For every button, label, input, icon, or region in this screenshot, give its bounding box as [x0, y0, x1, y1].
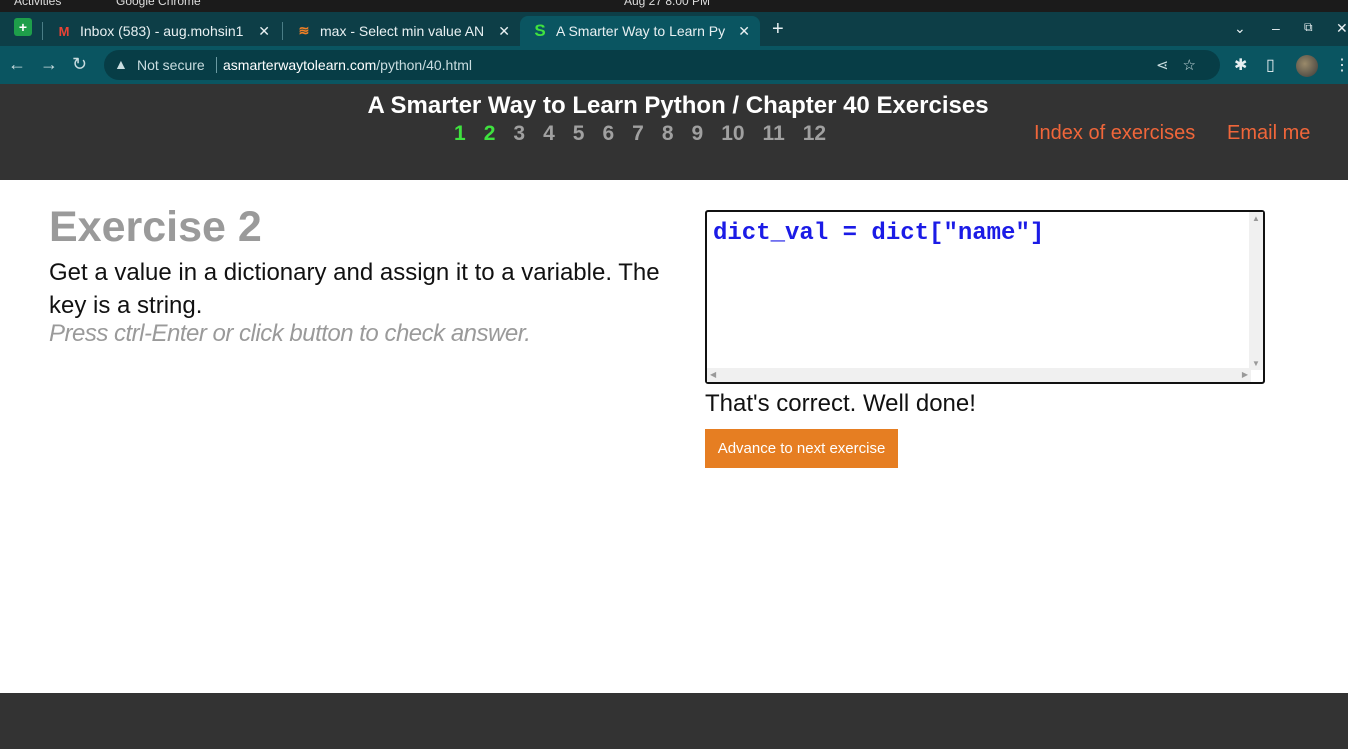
stackoverflow-icon: ≋: [298, 23, 310, 38]
close-tab-icon[interactable]: ✕: [498, 23, 510, 40]
scroll-up-icon[interactable]: ▲: [1252, 214, 1260, 223]
email-me-link[interactable]: Email me: [1227, 122, 1310, 145]
exercise-number-link[interactable]: 10: [721, 122, 744, 146]
scroll-right-icon[interactable]: ▶: [1242, 370, 1248, 379]
exercise-number-link[interactable]: 5: [573, 122, 585, 146]
os-top-bar: Activities Google Chrome Aug 27 8:00 PM: [0, 0, 1348, 12]
vertical-scrollbar[interactable]: ▲ ▼: [1249, 212, 1263, 370]
url-path: /python/40.html: [376, 57, 473, 73]
scroll-left-icon[interactable]: ◀: [710, 370, 716, 379]
result-message: That's correct. Well done!: [705, 390, 976, 417]
exercise-number-link[interactable]: 4: [543, 122, 555, 146]
smarterway-icon: S: [534, 21, 546, 40]
tab-title: Inbox (583) - aug.mohsin1: [80, 23, 244, 39]
horizontal-scrollbar[interactable]: ◀ ▶: [707, 368, 1251, 382]
advance-button[interactable]: Advance to next exercise: [705, 429, 898, 468]
code-text[interactable]: dict_val = dict["name"]: [713, 220, 1044, 247]
tab-separator: [42, 22, 43, 40]
new-tab-icon[interactable]: +: [772, 18, 784, 41]
tab-separator: [282, 22, 283, 40]
tab-search-icon[interactable]: ⌄: [1234, 20, 1246, 37]
exercise-heading: Exercise 2: [49, 203, 262, 251]
exercise-number-link[interactable]: 12: [803, 122, 826, 146]
browser-tab-strip: + M Inbox (583) - aug.mohsin1 ✕ ≋ max - …: [0, 12, 1348, 46]
omnibox-separator: [216, 57, 217, 73]
site-footer: [0, 693, 1348, 749]
tab-smarterway[interactable]: S A Smarter Way to Learn Py ✕: [520, 16, 760, 46]
index-of-exercises-link[interactable]: Index of exercises: [1034, 122, 1195, 145]
exercise-number-link[interactable]: 6: [602, 122, 614, 146]
exercise-number-link[interactable]: 3: [513, 122, 525, 146]
exercise-description: Get a value in a dictionary and assign i…: [49, 259, 660, 319]
gmail-icon: M: [58, 23, 70, 39]
tab-gmail[interactable]: M Inbox (583) - aug.mohsin1 ✕: [44, 16, 280, 46]
forward-icon[interactable]: →: [40, 54, 58, 75]
tab-title: max - Select min value AN: [320, 23, 485, 39]
menu-kebab-icon[interactable]: ⋮: [1334, 55, 1348, 75]
warning-icon[interactable]: ▲: [114, 56, 128, 72]
site-header: A Smarter Way to Learn Python / Chapter …: [0, 84, 1348, 180]
profile-avatar[interactable]: [1296, 55, 1318, 77]
exercise-number-nav: 1 2 3 4 5 6 7 8 9 10 11 12: [454, 122, 844, 146]
address-bar[interactable]: ▲ Not secure asmarterwaytolearn.com/pyth…: [104, 50, 1220, 80]
reload-icon[interactable]: ↻: [72, 54, 87, 75]
url-domain: asmarterwaytolearn.com: [223, 57, 377, 73]
exercise-number-link[interactable]: 9: [692, 122, 704, 146]
activities-label[interactable]: Activities: [14, 0, 61, 8]
close-tab-icon[interactable]: ✕: [738, 23, 750, 40]
exercise-number-link[interactable]: 8: [662, 122, 674, 146]
exercise-number-link[interactable]: 2: [484, 122, 496, 146]
bookmark-star-icon[interactable]: ☆: [1183, 57, 1210, 74]
url-text[interactable]: asmarterwaytolearn.com/python/40.html: [223, 57, 472, 73]
exercise-number-link[interactable]: 7: [632, 122, 644, 146]
extensions-icon[interactable]: ✱: [1234, 55, 1247, 75]
browser-toolbar: ← → ↻ ▲ Not secure asmarterwaytolearn.co…: [0, 46, 1348, 84]
side-panel-icon[interactable]: ▯: [1266, 55, 1275, 75]
app-name-label: Google Chrome: [116, 0, 201, 8]
minimize-icon[interactable]: ‒: [1272, 20, 1280, 36]
clock-label[interactable]: Aug 27 8:00 PM: [624, 0, 710, 8]
exercise-hint: Press ctrl-Enter or click button to chec…: [49, 320, 531, 347]
close-window-icon[interactable]: ✕: [1336, 20, 1348, 37]
tab-stackoverflow[interactable]: ≋ max - Select min value AN ✕: [284, 16, 520, 46]
close-tab-icon[interactable]: ✕: [258, 23, 270, 40]
scroll-down-icon[interactable]: ▼: [1252, 359, 1260, 368]
exercise-number-link[interactable]: 11: [763, 122, 785, 146]
share-icon[interactable]: ⋖: [1156, 57, 1183, 74]
sheets-icon[interactable]: +: [14, 18, 32, 36]
back-icon[interactable]: ←: [8, 54, 26, 75]
omnibox-actions: ⋖☆: [1156, 56, 1210, 74]
site-title: A Smarter Way to Learn Python / Chapter …: [367, 92, 989, 119]
code-editor[interactable]: dict_val = dict["name"] ▲ ▼ ◀ ▶: [705, 210, 1265, 384]
restore-icon[interactable]: ⧉: [1304, 20, 1313, 35]
tab-title: A Smarter Way to Learn Py: [556, 23, 726, 39]
security-label[interactable]: Not secure: [137, 57, 205, 73]
exercise-number-link[interactable]: 1: [454, 122, 466, 146]
